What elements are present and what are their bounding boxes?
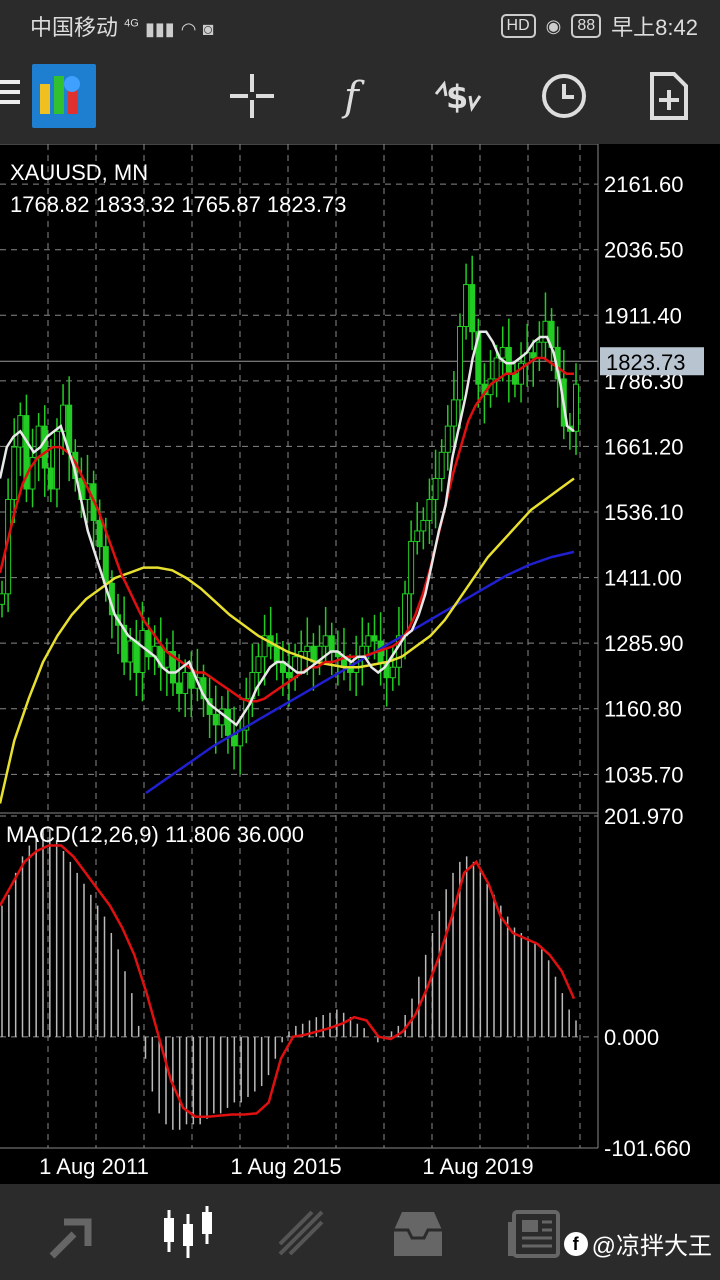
y-tick-label: 1035.70: [604, 762, 684, 787]
candle-body: [408, 540, 415, 595]
candle-body: [438, 451, 445, 480]
candle-body: [139, 630, 146, 673]
x-tick-label: 1 Aug 2011: [39, 1154, 149, 1179]
candle-body: [511, 373, 518, 385]
clock-icon[interactable]: [538, 70, 590, 122]
trade-icon[interactable]: [272, 1204, 332, 1264]
quotes-icon[interactable]: [44, 1204, 104, 1264]
y-tick-label: 2036.50: [604, 238, 684, 263]
candle-body: [402, 593, 409, 637]
candle-body: [389, 666, 396, 679]
clock-time: 早上8:42: [611, 15, 698, 40]
menu-icon[interactable]: [0, 80, 20, 110]
candle-body: [505, 346, 512, 375]
candle-body: [273, 645, 280, 663]
news-icon[interactable]: [504, 1204, 564, 1264]
toolbar: f $: [0, 48, 720, 144]
candle-body: [444, 425, 451, 453]
macd-tick-label: -101.660: [604, 1136, 691, 1161]
trade-icon[interactable]: $: [432, 70, 484, 122]
macd-tick-label: 0.000: [604, 1025, 659, 1050]
status-bar: 中国移动 4G ▮▮▮ ◠ ◙ HD ◉ 88 早上8:42: [0, 0, 720, 48]
shield-icon: ◙: [202, 19, 214, 39]
signal-icon: ▮▮▮: [144, 19, 175, 39]
candle-body: [182, 671, 189, 694]
candle-body: [536, 341, 543, 359]
candle-body: [176, 682, 183, 694]
candle-body: [426, 498, 433, 521]
new-document-icon[interactable]: [642, 70, 694, 122]
candle-body: [414, 530, 421, 542]
candle-body: [499, 346, 506, 359]
candle-body: [322, 635, 329, 647]
chart-area[interactable]: 2161.60 2036.50 1911.40 1786.30 1661.20 1536.…: [0, 144, 720, 1184]
y-tick-label: 1160.80: [604, 697, 682, 722]
candle-body: [432, 478, 439, 500]
svg-text:$: $: [446, 78, 468, 116]
y-tick-label: 1661.20: [604, 434, 684, 459]
candle-body: [286, 671, 292, 679]
candle-body: [573, 383, 579, 432]
ohlc-label: 1768.82 1833.32 1765.87 1823.73: [10, 192, 347, 217]
x-tick-label: 1 Aug 2015: [230, 1154, 341, 1179]
ma-mid-line: [0, 356, 574, 703]
x-tick-label: 1 Aug 2019: [422, 1154, 533, 1179]
network-label: 4G: [124, 17, 139, 30]
status-right: HD ◉ 88 早上8:42: [500, 10, 698, 42]
weibo-icon: f: [563, 1231, 588, 1256]
candle-body: [493, 357, 500, 380]
candle-body: [304, 645, 311, 652]
candle-body: [133, 640, 140, 673]
candle-body: [212, 713, 219, 726]
symbol-label: XAUUSD, MN: [10, 160, 149, 185]
svg-text:f: f: [341, 74, 365, 120]
carrier-label: 中国移动: [30, 15, 119, 40]
candle-body: [292, 656, 299, 679]
candle-body: [371, 635, 378, 642]
candle-body: [41, 425, 48, 469]
candle-body: [0, 593, 5, 605]
eye-icon: ◉: [545, 15, 562, 36]
candle-body: [11, 446, 18, 500]
battery-level: 88: [571, 14, 602, 38]
ma-long-line: [145, 550, 575, 795]
y-tick-label: 1285.90: [604, 631, 684, 656]
candle-body: [47, 467, 54, 490]
candle-body: [35, 425, 42, 459]
function-icon[interactable]: f: [330, 70, 382, 122]
candle-body: [365, 635, 372, 647]
candle-body: [255, 656, 262, 673]
candle-body: [224, 708, 231, 736]
history-icon[interactable]: [388, 1204, 448, 1264]
candle-body: [456, 326, 463, 401]
candle-body: [188, 671, 195, 689]
wifi-icon: ◠: [180, 19, 197, 39]
price-chart[interactable]: 2161.602036.501911.401786.301661.201536.…: [0, 144, 720, 1184]
status-left: 中国移动 4G ▮▮▮ ◠ ◙: [30, 10, 214, 42]
chart-icon[interactable]: [158, 1204, 218, 1264]
y-tick-label: 1411.00: [604, 566, 682, 591]
candle-body: [53, 430, 60, 490]
watermark: f @凉拌大王: [563, 1226, 712, 1261]
candle-body: [328, 635, 335, 653]
y-tick-label: 1536.10: [604, 500, 684, 525]
candle-body: [96, 519, 103, 548]
candle-body: [530, 352, 537, 359]
y-tick-label: 1911.40: [604, 303, 682, 328]
y-tick-label: 2161.60: [604, 172, 684, 197]
macd-label: MACD(12,26,9) 11.806 36.000: [6, 822, 304, 847]
candle-body: [127, 640, 134, 663]
candle-body: [231, 734, 238, 747]
crosshair-icon[interactable]: [226, 70, 278, 122]
candle-body: [463, 284, 470, 327]
candle-body: [469, 284, 476, 333]
macd-tick-label: 201.970: [604, 804, 684, 829]
candle-body: [420, 519, 427, 532]
candle-body: [450, 399, 457, 427]
hd-badge: HD: [500, 14, 536, 38]
current-price-label: 1823.73: [606, 350, 686, 375]
metatrader-logo[interactable]: [32, 64, 96, 128]
watermark-text: @凉拌大王: [591, 1233, 712, 1260]
